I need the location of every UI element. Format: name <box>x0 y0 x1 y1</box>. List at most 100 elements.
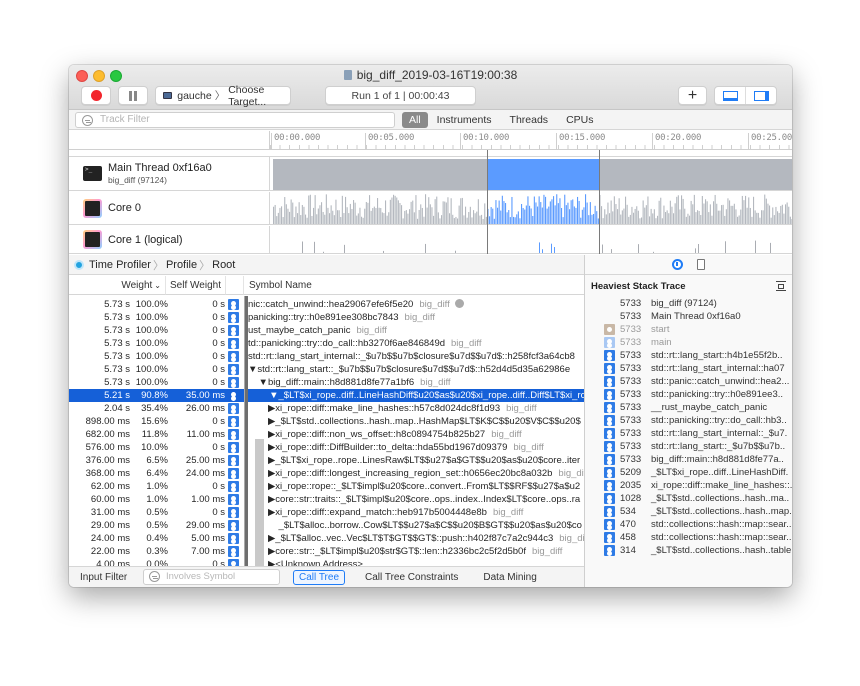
stack-frame[interactable]: 5733 big_diff (97124) <box>585 297 792 310</box>
column-header-icon[interactable] <box>226 276 244 295</box>
user-code-icon <box>604 506 615 517</box>
stack-frame[interactable]: 470 std::collections::hash::map::sear.. <box>585 518 792 531</box>
call-tree-row[interactable]: 22.00 ms 0.3% 7.00 ms ▶core::str::_$LT$impl… <box>69 545 584 558</box>
call-tree-row[interactable]: 29.00 ms 0.5% 29.00 ms _$LT$alloc..borrow.… <box>69 519 584 532</box>
call-tree-row[interactable]: 5.73 s 100.0% 0 s nic::catch_unwind::hea290… <box>69 298 584 311</box>
scope-tab-all[interactable]: All <box>402 112 428 128</box>
target-selector[interactable]: gauche 〉 Choose Target... <box>155 84 291 108</box>
stack-frame[interactable]: 2035 xi_rope::diff::make_line_hashes::. <box>585 479 792 492</box>
call-tree-row[interactable]: 62.00 ms 1.0% 0 s ▶xi_rope::rope::_$LT$impl… <box>69 480 584 493</box>
cpu-usage-bar <box>319 205 321 224</box>
call-tree[interactable]: 5.73 s 100.0% 0 s nic::catch_unwind::hea290… <box>69 296 584 566</box>
stack-frame[interactable]: 314 _$LT$std..collections..hash..table <box>585 544 792 557</box>
track-header: Core 1 (logical) <box>69 226 270 253</box>
selection-boundary[interactable] <box>487 150 489 254</box>
symbol-name: ▶_$LT$std..collections..hash..map..HashM… <box>268 416 581 427</box>
stack-frame[interactable]: 458 std::collections::hash::map::sear.. <box>585 531 792 544</box>
call-tree-row[interactable]: 5.73 s 100.0% 0 s ▼std::rt::lang_start::_$u… <box>69 363 584 376</box>
time-ruler[interactable]: 00:00.000 00:05.000 00:10.000 00:15.000 … <box>69 131 792 150</box>
stack-frame[interactable]: 5733 std::panicking::try::h0e891ee3.. <box>585 388 792 401</box>
breadcrumb-root[interactable]: Root <box>212 259 235 271</box>
stack-frame[interactable]: 5733 std::rt::lang_start::h4b1e55f2b.. <box>585 349 792 362</box>
document-icon[interactable] <box>697 259 705 270</box>
track-main-thread[interactable]: Main Thread 0xf16a0 big_diff (97124) <box>69 157 792 191</box>
call-tree-row[interactable]: 2.04 s 35.4% 26.00 ms ▶xi_rope::diff::make_… <box>69 402 584 415</box>
call-tree-row[interactable]: 682.00 ms 11.8% 11.00 ms ▶xi_rope::diff::no… <box>69 428 584 441</box>
cpu-usage-bar <box>591 214 593 224</box>
stack-frame[interactable]: 5733 std::panic::catch_unwind::hea2... <box>585 375 792 388</box>
scope-tab-cpus[interactable]: CPUs <box>557 112 602 128</box>
core-0-graph[interactable] <box>271 192 792 224</box>
cpu-usage-bar <box>786 202 788 224</box>
blank-icon <box>604 311 615 322</box>
stack-frame[interactable]: 5733 __rust_maybe_catch_panic <box>585 401 792 414</box>
track-core-1[interactable]: Core 1 (logical) <box>69 226 792 254</box>
call-tree-row[interactable]: 5.21 s 90.8% 35.00 ms ▼_$LT$xi_rope..diff.… <box>69 389 584 402</box>
self-weight-cell: 0 s <box>212 442 225 453</box>
selection-boundary[interactable] <box>599 150 601 254</box>
track-filter-input[interactable]: Track Filter <box>75 112 395 128</box>
call-tree-row[interactable]: 376.00 ms 6.5% 25.00 ms ▶_$LT$xi_rope..rope… <box>69 454 584 467</box>
focus-arrow-icon[interactable] <box>454 299 464 308</box>
stack-frame[interactable]: 5733 main <box>585 336 792 349</box>
column-divider[interactable] <box>244 296 248 566</box>
cpu-usage-bar <box>401 205 403 224</box>
scope-tab-threads[interactable]: Threads <box>501 112 558 128</box>
stack-frame[interactable]: 5733 std::panicking::try::do_call::hb3.. <box>585 414 792 427</box>
cpu-usage-bar <box>660 197 662 224</box>
breadcrumb-profile[interactable]: Profile <box>166 259 197 271</box>
call-tree-row[interactable]: 576.00 ms 10.0% 0 s ▶xi_rope::diff::DiffBui… <box>69 441 584 454</box>
column-self-weight-label: Self Weight <box>170 279 221 291</box>
call-tree-row[interactable]: 5.73 s 100.0% 0 s panicking::try::h0e891ee3… <box>69 311 584 324</box>
symbol-cell: _$LT$alloc..borrow..Cow$LT$$u27$a$C$$u20… <box>246 519 584 532</box>
stack-frame[interactable]: 5209 _$LT$xi_rope..diff..LineHashDiff. <box>585 466 792 479</box>
stack-frame[interactable]: 5733 std::rt::lang_start::_$u7b$$u7b.. <box>585 440 792 453</box>
cpu-usage-bar <box>439 218 441 224</box>
pause-button[interactable] <box>118 86 148 105</box>
stack-frame[interactable]: 5733 big_diff::main::h8d881d8fe77a.. <box>585 453 792 466</box>
stack-frame[interactable]: 1028 _$LT$std..collections..hash..ma.. <box>585 492 792 505</box>
stack-frame[interactable]: 5733 start <box>585 323 792 336</box>
call-tree-row[interactable]: 60.00 ms 1.0% 1.00 ms ▶core::str::traits::_… <box>69 493 584 506</box>
symbol-name: ▶<Unknown Address> <box>268 559 363 566</box>
call-tree-row[interactable]: 5.73 s 100.0% 0 s std::rt::lang_start_inter… <box>69 350 584 363</box>
scope-tab-instruments[interactable]: Instruments <box>428 112 501 128</box>
tab-call-tree-constraints[interactable]: Call Tree Constraints <box>360 571 463 584</box>
call-tree-row[interactable]: 5.73 s 100.0% 0 s td::panicking::try::do_ca… <box>69 337 584 350</box>
call-tree-row[interactable]: 368.00 ms 6.4% 24.00 ms ▶xi_rope::diff::lon… <box>69 467 584 480</box>
column-header-self-weight[interactable]: Self Weight <box>166 276 226 295</box>
column-header-weight[interactable]: Weight ⌄ <box>69 276 166 295</box>
stack-frame[interactable]: 5733 std::rt::lang_start_internal::_$u7. <box>585 427 792 440</box>
column-header-symbol[interactable]: Symbol Name <box>244 276 584 295</box>
call-tree-row[interactable]: 31.00 ms 0.5% 0 s ▶xi_rope::diff::expand_ma… <box>69 506 584 519</box>
stack-frame[interactable]: 534 _$LT$std..collections..hash..map.. <box>585 505 792 518</box>
cpu-usage-bar <box>306 217 308 224</box>
weight-percent: 0.4% <box>146 533 168 544</box>
tab-call-tree[interactable]: Call Tree <box>293 569 346 585</box>
main-thread-graph[interactable] <box>271 157 792 190</box>
record-button[interactable] <box>81 86 111 105</box>
involves-symbol-input[interactable]: Involves Symbol <box>143 569 280 585</box>
tab-data-mining[interactable]: Data Mining <box>478 571 541 584</box>
cpu-usage-bar <box>479 215 481 224</box>
call-tree-row[interactable]: 24.00 ms 0.4% 5.00 ms ▶_$LT$alloc..vec..Vec… <box>69 532 584 545</box>
cpu-usage-bar <box>775 206 777 224</box>
add-instrument-button[interactable]: + <box>678 86 707 105</box>
track-header: Main Thread 0xf16a0 big_diff (97124) <box>69 157 270 190</box>
symbol-name: ▶_$LT$alloc..vec..Vec$LT$T$GT$$GT$::push… <box>268 533 554 544</box>
toggle-inspector-button[interactable] <box>745 87 776 104</box>
stack-frame[interactable]: 5733 std::rt::lang_start_internal::ha07 <box>585 362 792 375</box>
call-tree-row[interactable]: 4.00 ms 0.0% 0 s ▶<Unknown Address> <box>69 558 584 566</box>
toggle-detail-pane-button[interactable] <box>715 87 745 104</box>
ruler-spacer <box>69 150 792 157</box>
collapse-stack-icon[interactable] <box>776 281 786 291</box>
track-core-0[interactable]: Core 0 <box>69 192 792 225</box>
frame-name: xi_rope::diff::make_line_hashes::. <box>651 480 792 491</box>
breadcrumb-time-profiler[interactable]: Time Profiler <box>89 259 151 271</box>
call-tree-row[interactable]: 898.00 ms 15.6% 0 s ▶_$LT$std..collections.… <box>69 415 584 428</box>
extended-detail-icon[interactable] <box>672 259 683 270</box>
stack-frame[interactable]: 5733 Main Thread 0xf16a0 <box>585 310 792 323</box>
call-tree-row[interactable]: 5.73 s 100.0% 0 s ▼big_diff::main::h8d881d… <box>69 376 584 389</box>
core-1-graph[interactable] <box>271 226 792 253</box>
call-tree-row[interactable]: 5.73 s 100.0% 0 s ust_maybe_catch_panic big_… <box>69 324 584 337</box>
